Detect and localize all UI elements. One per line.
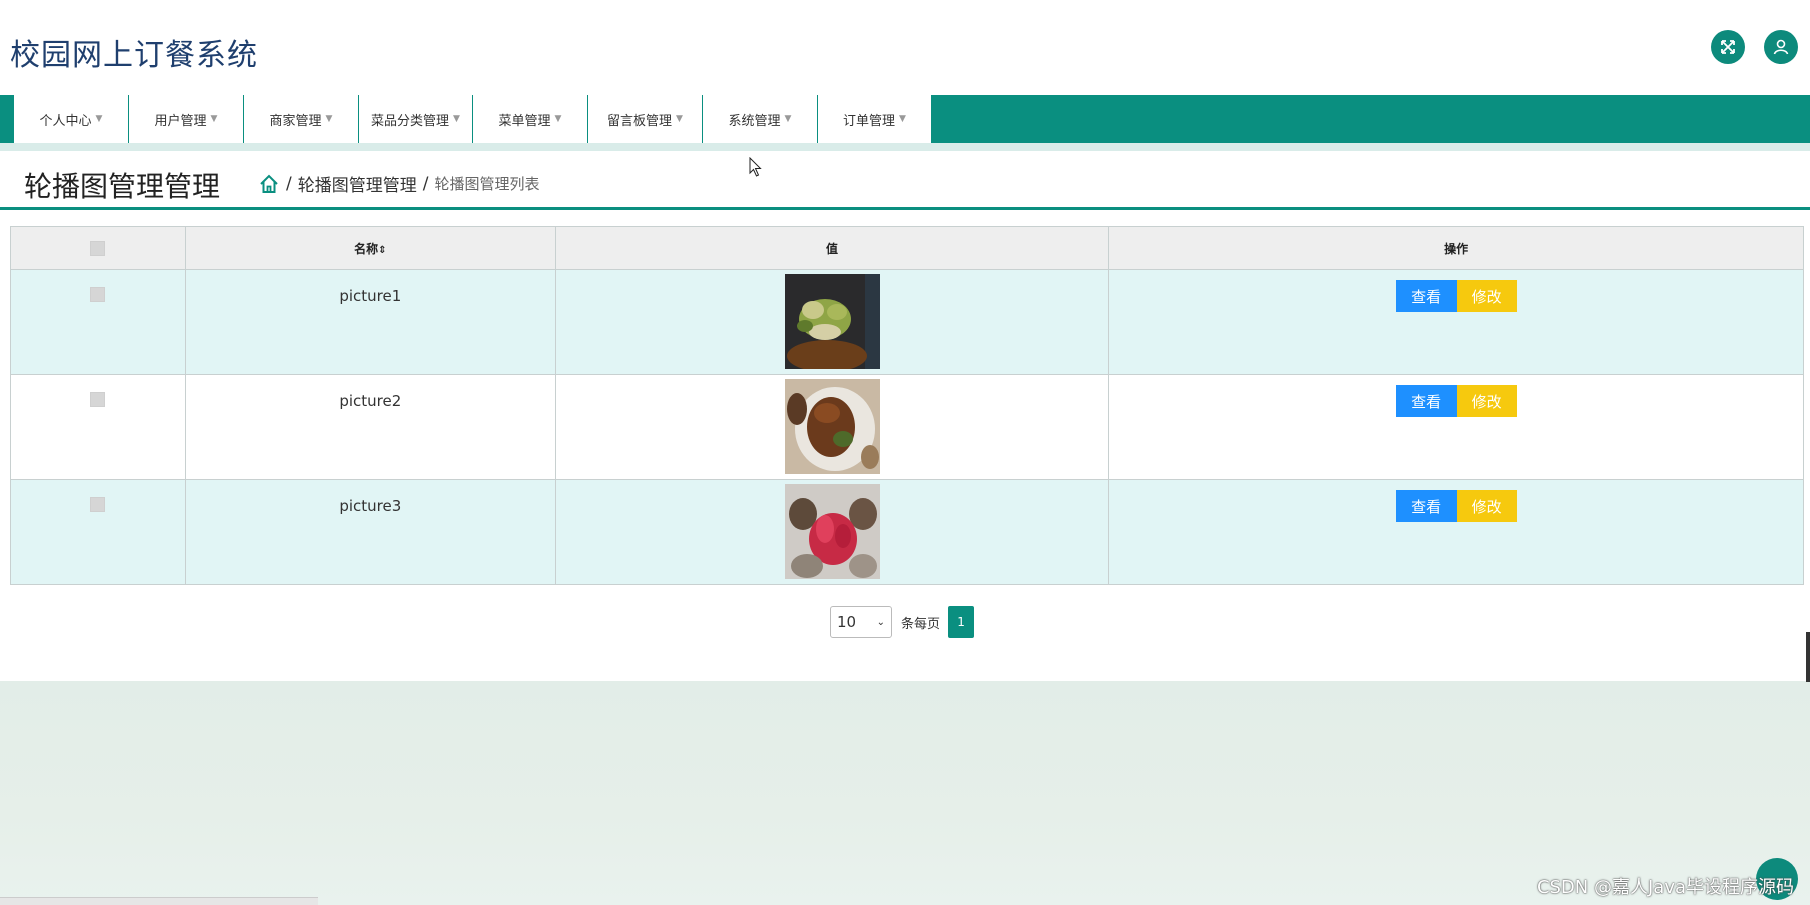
- row-checkbox[interactable]: [90, 287, 106, 302]
- nav-item-label: 个人中心: [39, 113, 92, 129]
- nav-item-label: 订单管理: [843, 113, 896, 129]
- home-icon[interactable]: [258, 173, 280, 195]
- carousel-image-thumbnail[interactable]: [784, 484, 880, 579]
- view-button[interactable]: 查看: [1395, 490, 1457, 522]
- select-all-checkbox[interactable]: [90, 240, 106, 256]
- sort-icon[interactable]: ⇕: [378, 245, 386, 256]
- breadcrumb-separator: /: [422, 173, 429, 194]
- carousel-table: 名称⇕ 值 操作 picture1 查看 修改 picture2 查看 修改 p…: [10, 226, 1804, 585]
- caret-down-icon: ▼: [899, 114, 906, 124]
- breadcrumb-separator: /: [286, 173, 292, 194]
- nav-item-personal-center[interactable]: 个人中心 ▼: [14, 95, 129, 143]
- edit-button[interactable]: 修改: [1456, 385, 1517, 417]
- table-header-row: 名称⇕ 值 操作: [10, 226, 1804, 270]
- caret-down-icon: ▼: [325, 114, 333, 124]
- view-button[interactable]: 查看: [1395, 385, 1457, 417]
- row-checkbox[interactable]: [90, 392, 106, 407]
- nav-item-label: 菜品分类管理: [371, 113, 450, 129]
- nav-item-label: 系统管理: [728, 113, 781, 129]
- fullscreen-icon: [1721, 40, 1735, 54]
- nav-item-user-management[interactable]: 用户管理 ▼: [129, 95, 244, 143]
- nav-item-dish-category-management[interactable]: 菜品分类管理 ▼: [359, 95, 473, 143]
- mouse-cursor-icon: [749, 157, 762, 177]
- pagination: 10 ⌄ 条每页 1: [830, 606, 975, 638]
- page-title: 轮播图管理管理: [24, 170, 221, 203]
- row-name: picture2: [339, 392, 402, 410]
- watermark: CSDN @嘉人Java毕设程序源码: [1536, 877, 1794, 898]
- top-header: 校园网上订餐系统: [0, 0, 1810, 95]
- select-all-cell: [10, 226, 186, 270]
- page-header: 轮播图管理管理 / 轮播图管理管理 / 轮播图管理列表: [0, 151, 1810, 210]
- nav-item-merchant-management[interactable]: 商家管理 ▼: [244, 95, 359, 143]
- caret-down-icon: ▼: [210, 114, 218, 124]
- main-nav: 个人中心 ▼ 用户管理 ▼ 商家管理 ▼ 菜品分类管理 ▼ 菜单管理 ▼ 留言板管理 ▼ 系…: [0, 95, 1810, 143]
- caret-down-icon: ▼: [95, 114, 103, 124]
- page-size-value: 10: [837, 613, 857, 631]
- fullscreen-button[interactable]: [1711, 30, 1745, 64]
- nav-item-menu-management[interactable]: 菜单管理 ▼: [473, 95, 588, 143]
- chevron-down-icon: ⌄: [876, 616, 885, 628]
- user-button[interactable]: [1764, 30, 1798, 64]
- nav-item-label: 用户管理: [154, 113, 207, 129]
- scrollbar-handle[interactable]: [1806, 632, 1810, 682]
- page-size-select[interactable]: 10 ⌄: [830, 606, 892, 638]
- row-checkbox[interactable]: [90, 497, 106, 512]
- carousel-image-thumbnail[interactable]: [784, 274, 880, 369]
- table-row: picture1 查看 修改: [10, 269, 1804, 375]
- row-actions: 查看 修改: [1395, 385, 1517, 417]
- page-number-button[interactable]: 1: [948, 606, 975, 638]
- table-row: picture3 查看 修改: [10, 479, 1804, 585]
- edit-button[interactable]: 修改: [1456, 280, 1517, 312]
- nav-item-message-board-management[interactable]: 留言板管理 ▼: [588, 95, 703, 143]
- caret-down-icon: ▼: [784, 114, 792, 124]
- caret-down-icon: ▼: [554, 114, 562, 124]
- user-icon: [1773, 39, 1789, 55]
- row-actions: 查看 修改: [1395, 280, 1517, 312]
- nav-item-label: 商家管理: [269, 113, 322, 129]
- breadcrumb-level1[interactable]: 轮播图管理管理: [298, 171, 417, 196]
- caret-down-icon: ▼: [453, 114, 460, 124]
- column-header-ops: 操作: [1108, 226, 1804, 270]
- nav-item-system-management[interactable]: 系统管理 ▼: [703, 95, 818, 143]
- nav-divider: [0, 143, 1810, 151]
- status-bar: [0, 897, 318, 905]
- nav-item-label: 菜单管理: [498, 113, 551, 129]
- table-row: picture2 查看 修改: [10, 374, 1804, 480]
- nav-item-label: 留言板管理: [607, 113, 673, 129]
- edit-button[interactable]: 修改: [1456, 490, 1517, 522]
- breadcrumb-level2: 轮播图管理列表: [434, 175, 540, 193]
- row-name: picture3: [339, 497, 402, 515]
- caret-down-icon: ▼: [676, 114, 683, 124]
- background-lower: [0, 681, 1810, 905]
- view-button[interactable]: 查看: [1395, 280, 1457, 312]
- app-title: 校园网上订餐系统: [10, 38, 258, 73]
- row-actions: 查看 修改: [1395, 490, 1517, 522]
- column-header-value: 值: [554, 226, 1110, 270]
- carousel-image-thumbnail[interactable]: [784, 379, 880, 474]
- nav-item-order-management[interactable]: 订单管理 ▼: [818, 95, 932, 143]
- column-header-name-label: 名称: [354, 241, 379, 256]
- row-name: picture1: [339, 287, 402, 305]
- main-content: 名称⇕ 值 操作 picture1 查看 修改 picture2 查看 修改 p…: [0, 213, 1810, 681]
- breadcrumb: / 轮播图管理管理 / 轮播图管理列表: [258, 171, 539, 196]
- column-header-name[interactable]: 名称⇕: [184, 226, 556, 270]
- per-page-label: 条每页: [901, 616, 941, 632]
